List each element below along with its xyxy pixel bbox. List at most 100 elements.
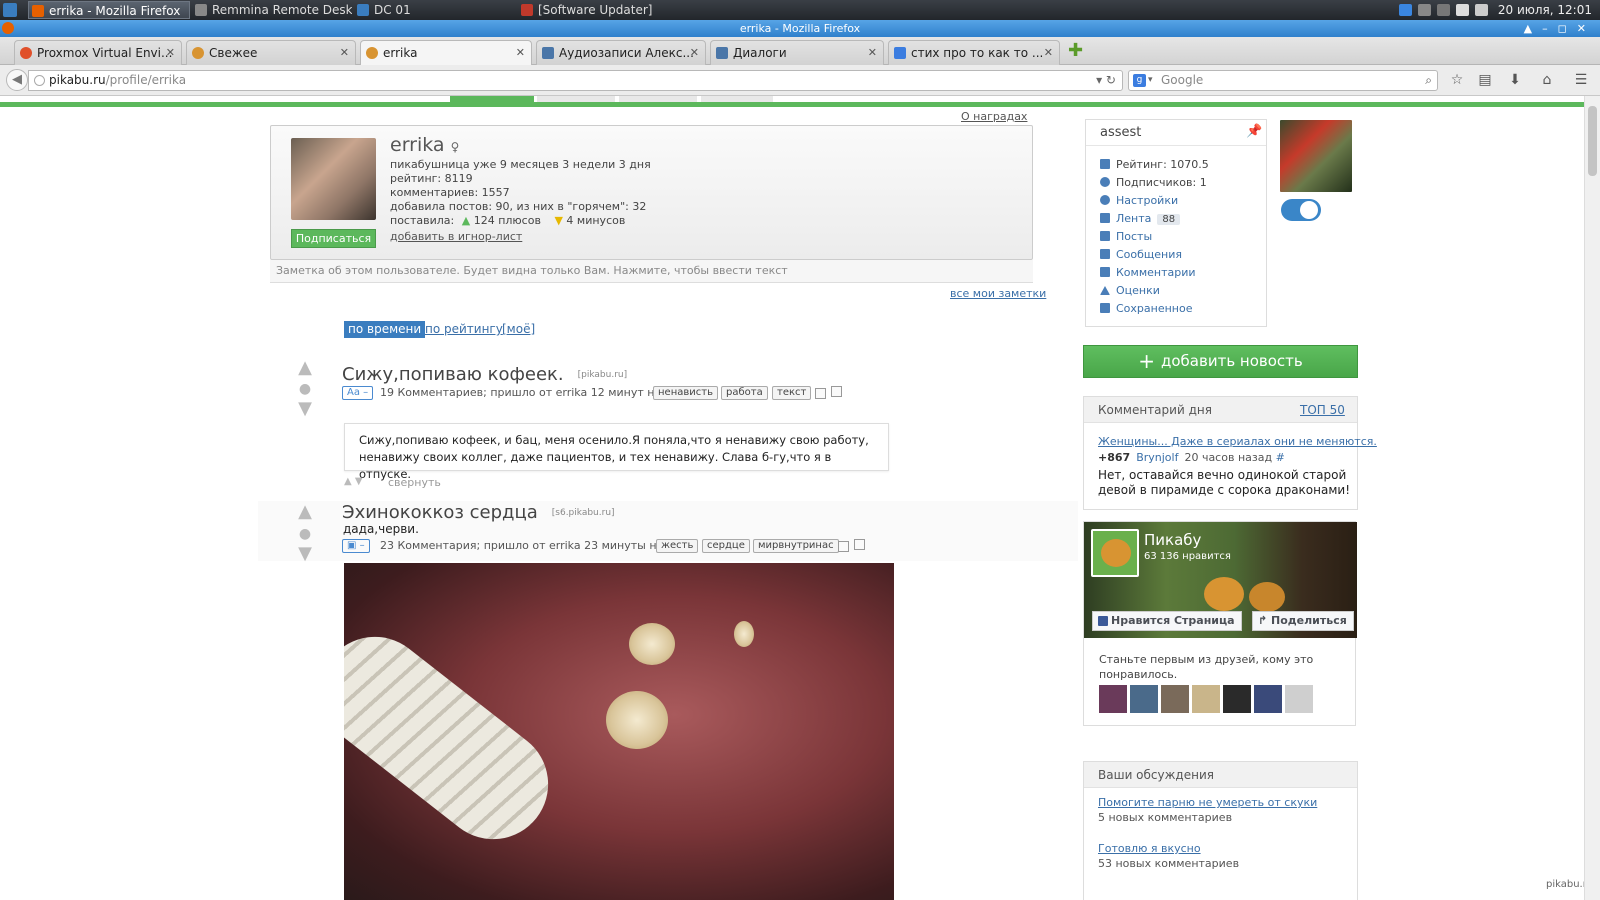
post-title[interactable]: Сижу,попиваю кофеек. [pikabu.ru]	[342, 364, 627, 385]
top50-link[interactable]: ТОП 50	[1300, 403, 1345, 417]
tag-button[interactable]: сердце	[702, 539, 750, 553]
back-button[interactable]: ◀	[6, 69, 28, 91]
tab-close-icon[interactable]: ✕	[868, 41, 877, 65]
new-tab-plus-icon[interactable]: ✚	[1068, 42, 1084, 60]
sort-by-rating-link[interactable]: по рейтингу	[425, 322, 503, 336]
current-user-name[interactable]: assest	[1100, 125, 1141, 140]
menu-hamburger-icon[interactable]: ☰	[1572, 71, 1590, 89]
post-title[interactable]: Эхинококкоз сердца [s6.pikabu.ru]	[342, 502, 615, 523]
add-news-button[interactable]: + добавить новость	[1083, 345, 1358, 378]
page-scrollbar[interactable]	[1584, 96, 1600, 900]
network-icon[interactable]	[1418, 4, 1432, 16]
friend-avatar[interactable]	[1254, 685, 1282, 713]
tab-audio[interactable]: Аудиозаписи Алекс... ✕	[536, 40, 706, 65]
bookmarks-list-icon[interactable]: ▤	[1476, 71, 1494, 89]
comment-permalink[interactable]: #	[1276, 451, 1285, 464]
scrollbar-thumb[interactable]	[1588, 106, 1597, 176]
expand-post-icon[interactable]	[854, 539, 865, 550]
tab-close-icon[interactable]: ✕	[690, 41, 699, 65]
friend-avatar[interactable]	[1130, 685, 1158, 713]
tag-button[interactable]: ненависть	[653, 386, 718, 400]
menu-saved[interactable]: Сохраненное	[1100, 302, 1192, 315]
tag-button[interactable]: жесть	[656, 539, 699, 553]
post-type-text-badge[interactable]: Aa –	[342, 386, 374, 400]
menu-ratings[interactable]: Оценки	[1100, 284, 1160, 297]
chevron-down-icon[interactable]: ▾	[1148, 71, 1153, 90]
skype-icon[interactable]	[1399, 4, 1413, 16]
download-icon[interactable]: ⬇	[1506, 71, 1524, 89]
author-link[interactable]: errika	[549, 539, 581, 552]
taskbar-item-dc01[interactable]: DC 01	[354, 1, 514, 19]
taskbar-item-remmina[interactable]: Remmina Remote Desk...	[192, 1, 352, 19]
menu-posts[interactable]: Посты	[1100, 230, 1152, 243]
comments-link[interactable]: 23 Комментария	[380, 539, 477, 552]
search-input[interactable]: g ▾ Google ⌕	[1128, 70, 1438, 91]
discussion-link[interactable]: Помогите парню не умереть от скуки	[1098, 796, 1317, 809]
upvote-icon[interactable]: ▲	[294, 358, 316, 378]
search-icon[interactable]: ⌕	[1425, 71, 1432, 90]
menu-comments[interactable]: Комментарии	[1100, 266, 1196, 279]
volume-icon[interactable]	[1475, 4, 1489, 16]
all-notes-link[interactable]: все мои заметки	[950, 287, 1046, 300]
tag-button[interactable]: работа	[721, 386, 768, 400]
google-search-engine-icon[interactable]: g	[1133, 74, 1146, 87]
friend-avatar[interactable]	[1285, 685, 1313, 713]
discussion-link[interactable]: Готовлю я вкусно	[1098, 842, 1201, 855]
mini-vote-icons[interactable]: ▲ ▼	[344, 476, 363, 487]
downvote-icon[interactable]: ▼	[294, 544, 316, 564]
menu-messages[interactable]: Сообщения	[1100, 248, 1182, 261]
close-icon[interactable]: ✕	[1577, 22, 1596, 35]
save-post-icon[interactable]	[838, 541, 849, 552]
mail-icon[interactable]	[1456, 4, 1470, 16]
pin-icon[interactable]: 📌	[1246, 124, 1262, 139]
current-user-avatar[interactable]	[1280, 120, 1352, 192]
minimize-icon[interactable]: –	[1542, 22, 1558, 35]
tab-close-icon[interactable]: ✕	[1044, 41, 1053, 65]
reload-icon[interactable]: ▾ ↻	[1096, 71, 1116, 90]
collapse-link[interactable]: свернуть	[388, 476, 441, 489]
tab-svezhee[interactable]: Свежее ✕	[186, 40, 356, 65]
add-to-ignore-link[interactable]: добавить в игнор-лист	[390, 230, 522, 243]
pikabu-page-logo[interactable]	[1091, 529, 1139, 577]
bookmark-star-icon[interactable]: ☆	[1448, 71, 1466, 89]
expand-post-icon[interactable]	[831, 386, 842, 397]
tab-close-icon[interactable]: ✕	[166, 41, 175, 65]
user-note-field[interactable]: Заметка об этом пользователе. Будет видн…	[270, 260, 1033, 283]
tag-button[interactable]: мирвнутринас	[753, 539, 839, 553]
author-link[interactable]: errika	[556, 386, 588, 399]
upvote-icon[interactable]: ▲	[294, 502, 316, 522]
menu-settings[interactable]: Настройки	[1100, 194, 1178, 207]
downvote-icon[interactable]: ▼	[294, 399, 316, 419]
facebook-share-button[interactable]: ↱ Поделиться	[1252, 611, 1354, 631]
comment-author-link[interactable]: Brynjolf	[1136, 451, 1178, 464]
tag-button[interactable]: текст	[772, 386, 812, 400]
home-icon[interactable]: ⌂	[1538, 71, 1556, 89]
tab-errika[interactable]: errika ✕	[360, 40, 532, 66]
comment-post-link[interactable]: Женщины... Даже в сериалах они не меняют…	[1098, 435, 1377, 448]
tab-proxmox[interactable]: Proxmox Virtual Envi... ✕	[14, 40, 182, 65]
friend-avatar[interactable]	[1099, 685, 1127, 713]
friend-avatar[interactable]	[1192, 685, 1220, 713]
taskbar-item-firefox[interactable]: errika - Mozilla Firefox	[28, 1, 190, 19]
friend-avatar[interactable]	[1161, 685, 1189, 713]
sort-mine-link[interactable]: [моё]	[502, 322, 535, 336]
awards-link[interactable]: О наградах	[961, 110, 1027, 123]
scroll-up-window-icon[interactable]: ▲	[1524, 22, 1542, 35]
url-bar[interactable]: pikabu.ru/profile/errika ▾ ↻	[28, 70, 1123, 91]
tab-close-icon[interactable]: ✕	[340, 41, 349, 65]
start-menu-icon[interactable]	[3, 3, 17, 17]
firefox-menu-icon[interactable]	[2, 22, 14, 34]
subscribe-button[interactable]: Подписаться	[291, 229, 376, 248]
maximize-icon[interactable]: ◻	[1558, 22, 1577, 35]
tab-dialogs[interactable]: Диалоги ✕	[710, 40, 884, 65]
language-icon[interactable]	[1437, 4, 1451, 16]
menu-feed[interactable]: Лента 88	[1100, 212, 1181, 225]
facebook-like-page-button[interactable]: Нравится Страница	[1092, 611, 1242, 631]
clock[interactable]: 20 июля, 12:01	[1498, 3, 1592, 17]
tab-close-icon[interactable]: ✕	[516, 41, 525, 65]
tab-poem[interactable]: стих про то как то ... ✕	[888, 40, 1060, 65]
theme-toggle-switch[interactable]	[1281, 199, 1321, 221]
facebook-page-name[interactable]: Пикабу	[1144, 531, 1201, 549]
taskbar-item-software-updater[interactable]: [Software Updater]	[518, 1, 688, 19]
post-type-image-badge[interactable]: ▣ –	[342, 539, 370, 553]
